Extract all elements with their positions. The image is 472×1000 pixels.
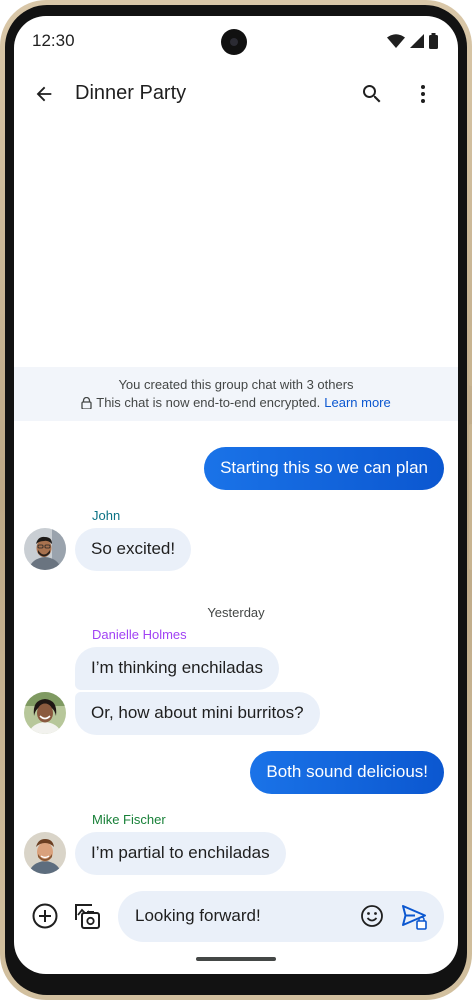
incoming-message-bubble[interactable]: I’m thinking enchiladas — [75, 647, 279, 690]
avatar-john[interactable] — [24, 528, 66, 570]
add-circle-icon — [32, 903, 58, 929]
avatar-mike[interactable] — [24, 832, 66, 874]
search-button[interactable] — [356, 78, 388, 110]
top-app-bar: Dinner Party — [14, 68, 458, 120]
signal-icon — [410, 34, 424, 48]
status-bar: 12:30 — [14, 16, 458, 66]
sender-name-mike: Mike Fischer — [92, 812, 166, 827]
message-input-text[interactable]: Looking forward! — [135, 906, 261, 926]
group-created-text: You created this group chat with 3 other… — [118, 377, 354, 392]
back-button[interactable] — [28, 78, 60, 110]
danielle-avatar-image — [24, 692, 66, 734]
wifi-icon — [387, 34, 405, 48]
send-button[interactable] — [400, 902, 430, 932]
emoji-button[interactable] — [359, 903, 385, 929]
emoji-icon — [361, 905, 383, 927]
encryption-text: This chat is now end-to-end encrypted. — [96, 395, 321, 410]
lock-icon — [81, 396, 92, 409]
outgoing-message-bubble[interactable]: Both sound delicious! — [250, 751, 444, 794]
phone-frame: 12:30 Dinner Party You created this grou… — [0, 0, 472, 1000]
incoming-message-bubble[interactable]: So excited! — [75, 528, 192, 571]
mike-avatar-image — [24, 832, 66, 874]
sender-name-danielle: Danielle Holmes — [92, 627, 187, 642]
sender-name-john: John — [92, 508, 121, 523]
incoming-message-bubble[interactable]: I’m partial to enchiladas — [75, 832, 286, 875]
avatar-danielle[interactable] — [24, 692, 66, 734]
gallery-icon — [75, 904, 100, 929]
home-indicator[interactable] — [196, 957, 276, 961]
compose-bar: Looking forward! — [14, 888, 458, 944]
screen: 12:30 Dinner Party You created this grou… — [14, 16, 458, 974]
arrow-left-icon — [36, 86, 52, 102]
add-attachment-button[interactable] — [30, 901, 60, 931]
incoming-message-bubble[interactable]: Or, how about mini burritos? — [75, 692, 320, 735]
more-vert-icon — [421, 85, 425, 103]
status-time: 12:30 — [32, 31, 75, 50]
front-camera — [221, 29, 247, 55]
john-avatar-image — [24, 528, 66, 570]
send-encrypted-icon — [402, 905, 427, 930]
learn-more-link[interactable]: Learn more — [324, 395, 390, 410]
message-input[interactable]: Looking forward! — [118, 891, 444, 942]
conversation-title: Dinner Party — [75, 82, 187, 104]
search-icon — [363, 85, 381, 103]
battery-icon — [429, 33, 438, 49]
encryption-notice: This chat is now end-to-end encrypted. L… — [14, 395, 458, 410]
outgoing-message-bubble[interactable]: Starting this so we can plan — [204, 447, 444, 490]
status-icons — [387, 33, 438, 49]
gallery-button[interactable] — [72, 900, 102, 932]
date-divider: Yesterday — [207, 605, 265, 620]
more-options-button[interactable] — [407, 78, 439, 110]
encryption-info-banner: You created this group chat with 3 other… — [14, 367, 458, 421]
